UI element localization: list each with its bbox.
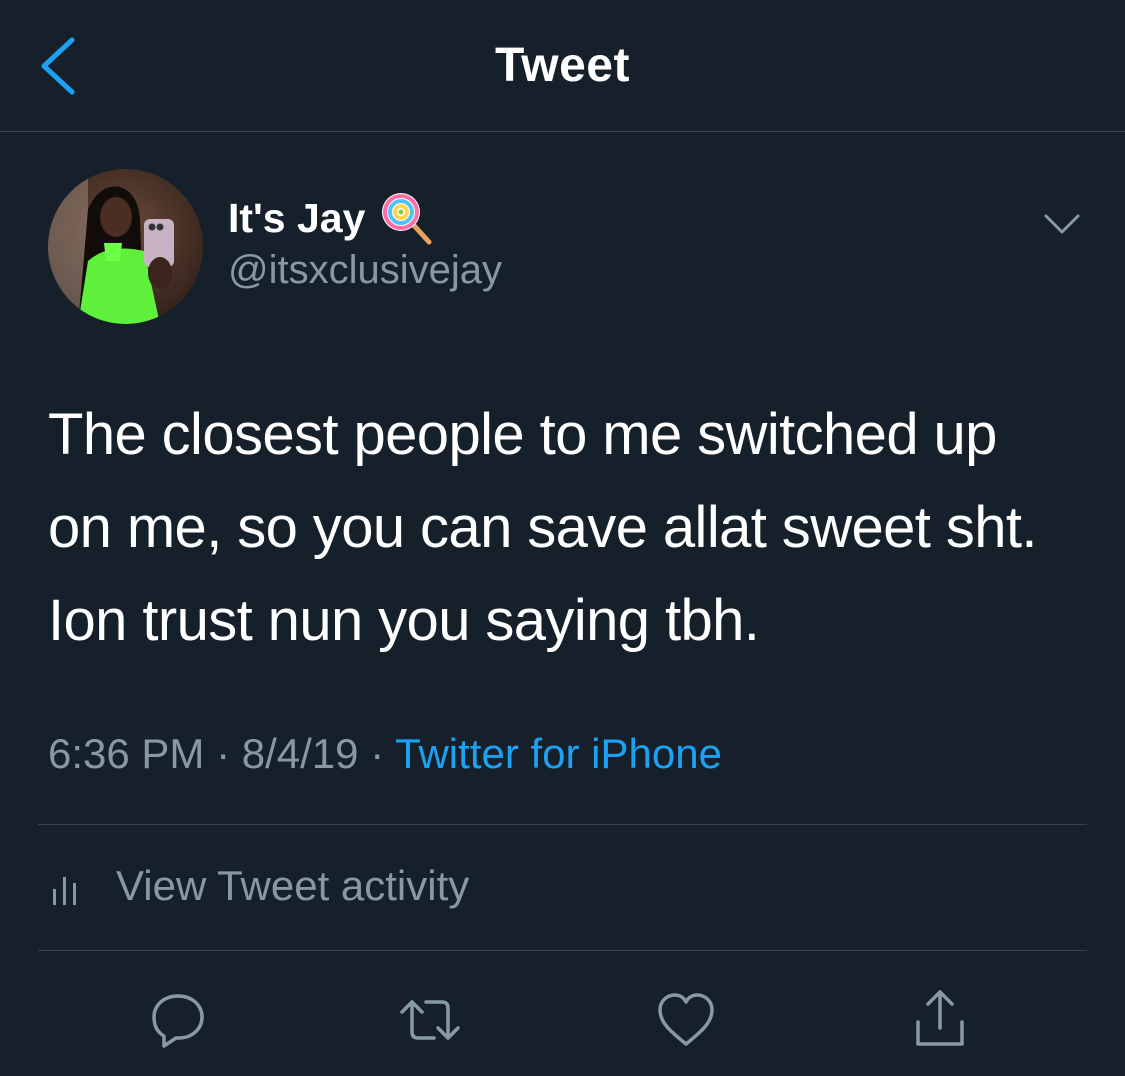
tweet-time: 6:36 PM — [48, 730, 205, 777]
like-button[interactable] — [654, 988, 718, 1052]
tweet-date: 8/4/19 — [241, 730, 359, 777]
view-tweet-activity-button[interactable]: View Tweet activity — [48, 858, 469, 914]
tweet-text: The closest people to me switched up on … — [48, 388, 1108, 667]
share-icon — [916, 990, 964, 1046]
author-name-row[interactable]: It's Jay — [228, 190, 435, 246]
reply-icon — [152, 994, 204, 1048]
tweet-meta: 6:36 PM · 8/4/19 · Twitter for iPhone — [48, 730, 722, 778]
share-button[interactable] — [908, 988, 972, 1052]
tweet-text-line: The closest people to me switched up — [48, 402, 997, 467]
lollipop-emoji — [382, 193, 432, 245]
tweet-detail-screen: Tweet It's Jay @itsxclusivejay The close… — [0, 0, 1125, 1076]
chevron-down-icon — [1044, 214, 1080, 234]
meta-separator: · — [370, 730, 385, 777]
activity-label: View Tweet activity — [116, 862, 470, 909]
avatar-photo — [48, 169, 203, 324]
meta-separator: · — [216, 730, 231, 777]
author-handle[interactable]: @itsxclusivejay — [228, 248, 502, 293]
divider — [38, 950, 1087, 951]
tweet-text-line: Ion trust nun you saying tbh. — [48, 588, 760, 653]
retweet-button[interactable] — [398, 988, 462, 1052]
reply-button[interactable] — [146, 988, 210, 1052]
bar-chart-icon — [53, 877, 76, 905]
tweet-menu-button[interactable] — [1040, 206, 1084, 242]
tweet-source-link[interactable]: Twitter for iPhone — [395, 730, 722, 777]
retweet-icon — [400, 1000, 460, 1040]
page-title: Tweet — [495, 39, 630, 92]
author-display-name: It's Jay — [228, 194, 366, 241]
navigation-bar: Tweet — [0, 0, 1125, 132]
tweet-text-line: on me, so you can save allat sweet sht. — [48, 495, 1038, 560]
like-icon — [658, 993, 714, 1046]
avatar[interactable] — [48, 169, 203, 324]
divider — [38, 824, 1087, 825]
